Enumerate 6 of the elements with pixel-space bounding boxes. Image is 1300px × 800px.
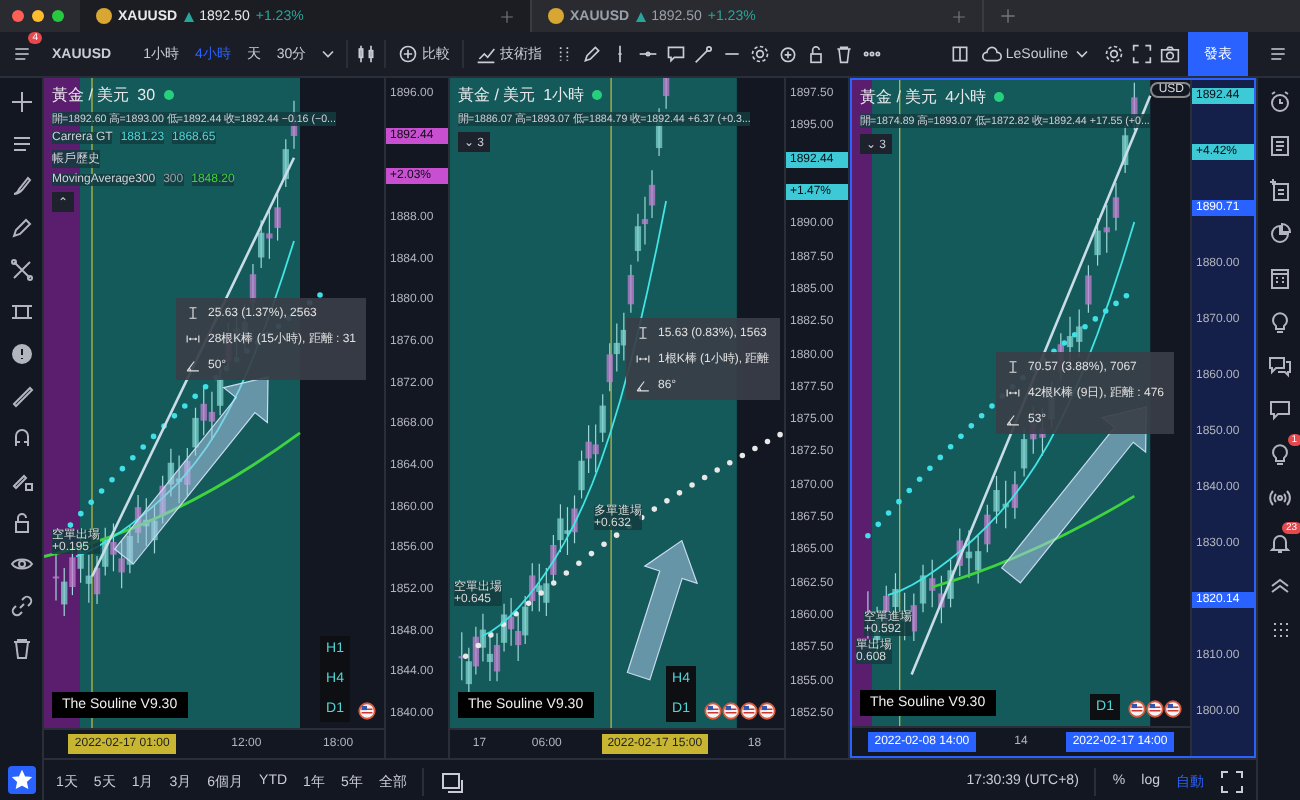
interval-label: 4小時	[945, 86, 987, 108]
symbol-title: 黃金 / 美元	[52, 84, 130, 106]
symbol-title: 黃金 / 美元	[860, 86, 938, 108]
symbol-title: 黃金 / 美元	[458, 84, 536, 106]
interval-label: 30	[137, 86, 156, 104]
interval-label: 1小時	[543, 84, 585, 106]
